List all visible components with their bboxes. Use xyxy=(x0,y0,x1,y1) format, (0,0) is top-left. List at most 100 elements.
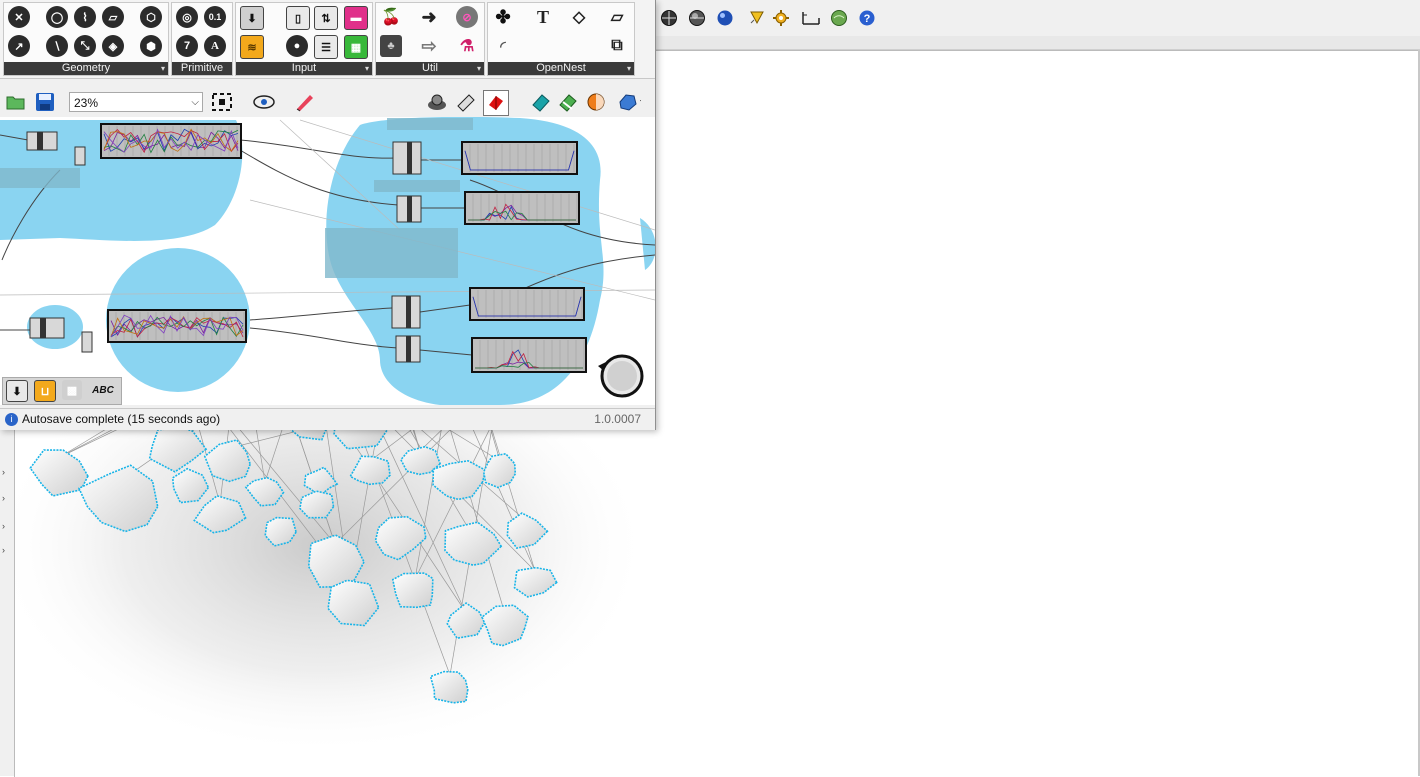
sphere-icon[interactable] xyxy=(584,90,608,114)
ribbon-group-label: Input xyxy=(291,62,317,74)
tag-icon[interactable]: ◇ xyxy=(568,6,590,28)
ribbon-caption[interactable]: Input ▾ xyxy=(236,62,372,75)
list-icon[interactable]: ☰ xyxy=(314,35,338,59)
zoom-extents-icon[interactable] xyxy=(210,90,234,114)
ribbon-group-input: ⬇ ▯ ⇅ ▬ ≋ ● ☰ ▦ Input ▾ xyxy=(235,2,373,76)
sketch-pen-icon[interactable] xyxy=(293,90,317,114)
shapes-icon[interactable]: ⧉ xyxy=(606,35,628,57)
left-panel-marker: › xyxy=(2,467,5,477)
spotlight-icon[interactable] xyxy=(745,6,769,30)
ellipse-icon[interactable]: ⊘ xyxy=(456,6,478,28)
zoom-select[interactable]: 23% ⌵ xyxy=(69,92,203,112)
rock xyxy=(429,670,469,704)
vector-icon[interactable]: ↗ xyxy=(8,35,30,57)
boolean-icon[interactable]: ◎ xyxy=(176,6,198,28)
help-icon[interactable]: ? xyxy=(855,6,879,30)
viewport-title-bar xyxy=(655,36,1420,50)
expand-icon[interactable]: ▾ xyxy=(365,62,369,75)
expand-icon[interactable]: ▾ xyxy=(477,62,481,75)
integer-icon[interactable]: 7 xyxy=(176,35,198,57)
canvas-bottom-bar: ⬇ ⊔ ▩ ABC xyxy=(2,377,122,405)
blue-sphere-icon[interactable] xyxy=(713,6,737,30)
nest-icon[interactable]: ✤ xyxy=(492,6,514,28)
number-icon-label: 0.1 xyxy=(208,12,222,22)
ribbon-group-geometry: ✕ ◯ ⌇ ▱ ⬡ ↗ ∖ ⤡ ◈ ⬢ Geometry ▾ xyxy=(3,2,169,76)
surface-icon[interactable]: ▱ xyxy=(102,6,124,28)
shaded-preview-icon[interactable] xyxy=(454,90,478,114)
swatch-icon[interactable]: ▬ xyxy=(344,6,368,30)
point-icon[interactable]: ✕ xyxy=(8,6,30,28)
expand-icon[interactable]: ▾ xyxy=(161,62,165,75)
curve-icon[interactable]: ⌇ xyxy=(74,6,96,28)
line-icon[interactable]: ∖ xyxy=(46,35,68,57)
arrow-outline-icon[interactable]: ⇨ xyxy=(418,35,440,57)
box-icon[interactable]: ⬡ xyxy=(140,6,162,28)
sheet-icon[interactable]: ▱ xyxy=(606,6,628,28)
grasshopper-canvas[interactable] xyxy=(0,117,655,405)
expand-icon[interactable]: ▾ xyxy=(627,62,631,75)
text-icon[interactable]: A xyxy=(204,35,226,57)
slider-icon[interactable]: ⇅ xyxy=(314,6,338,30)
number-icon[interactable]: 0.1 xyxy=(204,6,226,28)
component-ribbon: ✕ ◯ ⌇ ▱ ⬡ ↗ ∖ ⤡ ◈ ⬢ Geometry ▾ ◎ 0.1 7 A … xyxy=(0,0,655,79)
text-t-icon[interactable]: T xyxy=(532,6,554,28)
preview-eye-icon[interactable] xyxy=(252,90,276,114)
ribbon-caption[interactable]: Util ▾ xyxy=(376,62,484,75)
ribbon-group-util: 🍒 ➜ ⊘ ♣ ⇨ ⚗ Util ▾ xyxy=(375,2,485,76)
selected-preview-icon[interactable] xyxy=(556,90,580,114)
rhino-toolbar: ? xyxy=(655,0,1420,37)
cherry-icon[interactable]: 🍒 xyxy=(380,6,402,28)
ribbon-group-primitive: ◎ 0.1 7 A Primitive xyxy=(171,2,233,76)
graph-panel xyxy=(461,141,578,175)
wire-display-icon[interactable]: ⊔ xyxy=(34,380,56,402)
rock xyxy=(391,572,434,609)
display-mode-icon[interactable] xyxy=(617,90,641,114)
tree-icon[interactable]: ♣ xyxy=(380,35,402,57)
arrow-right-icon[interactable]: ➜ xyxy=(418,6,440,28)
ribbon-group-label: OpenNest xyxy=(536,62,586,74)
status-message: Autosave complete (15 seconds ago) xyxy=(22,412,221,426)
globe-icon[interactable] xyxy=(827,6,851,30)
gear-icon[interactable] xyxy=(769,6,793,30)
dimension-icon[interactable] xyxy=(799,6,823,30)
mesh-preview-icon[interactable] xyxy=(483,90,509,116)
signal-icon[interactable]: ◜ xyxy=(492,35,514,57)
panel-icon[interactable]: ≋ xyxy=(240,35,264,59)
ribbon-group-opennest: ✤ T ◇ ▱ ◜ ⧉ OpenNest ▾ xyxy=(487,2,635,76)
grasshopper-window: ✕ ◯ ⌇ ▱ ⬡ ↗ ∖ ⤡ ◈ ⬢ Geometry ▾ ◎ 0.1 7 A … xyxy=(0,0,656,430)
gradient-icon[interactable]: ▦ xyxy=(344,35,368,59)
save-icon[interactable] xyxy=(33,90,57,114)
ribbon-group-label: Util xyxy=(422,62,438,74)
ribbon-caption[interactable]: Primitive xyxy=(172,62,232,75)
rhino-left-panel: › › › › xyxy=(0,429,15,776)
data-input-icon[interactable]: ⬇ xyxy=(240,6,264,30)
chevron-down-icon[interactable]: ⌵ xyxy=(191,93,199,113)
checker-icon[interactable]: ▩ xyxy=(62,380,82,400)
shaded-sphere-icon[interactable] xyxy=(685,6,709,30)
flask-icon[interactable]: ⚗ xyxy=(456,35,478,57)
circle-icon[interactable]: ◯ xyxy=(46,6,68,28)
teal-preview-icon[interactable] xyxy=(529,90,553,114)
svg-text:?: ? xyxy=(864,13,871,25)
render-sphere-icon[interactable] xyxy=(657,6,681,30)
ribbon-caption[interactable]: Geometry ▾ xyxy=(4,62,168,75)
spell-check-icon[interactable]: ABC xyxy=(90,380,116,400)
ribbon-caption[interactable]: OpenNest ▾ xyxy=(488,62,634,75)
status-bar: i Autosave complete (15 seconds ago) 1.0… xyxy=(0,408,655,430)
download-icon[interactable]: ⬇ xyxy=(6,380,28,402)
brep-icon[interactable]: ⬢ xyxy=(140,35,162,57)
left-panel-marker: › xyxy=(2,493,5,503)
info-icon: i xyxy=(5,413,18,426)
ribbon-group-label: Geometry xyxy=(61,62,111,74)
integer-icon-label: 7 xyxy=(183,40,191,52)
graph-panel xyxy=(469,287,585,321)
mesh-icon[interactable]: ◈ xyxy=(102,35,124,57)
toggle-icon[interactable]: ▯ xyxy=(286,6,310,30)
open-file-icon[interactable] xyxy=(4,90,28,114)
bake-icon[interactable] xyxy=(425,90,449,114)
button-icon[interactable]: ● xyxy=(286,35,308,57)
left-panel-marker: › xyxy=(2,545,5,555)
polyline-icon[interactable]: ⤡ xyxy=(74,35,96,57)
zoom-value: 23% xyxy=(74,96,99,110)
version-label: 1.0.0007 xyxy=(594,412,641,426)
